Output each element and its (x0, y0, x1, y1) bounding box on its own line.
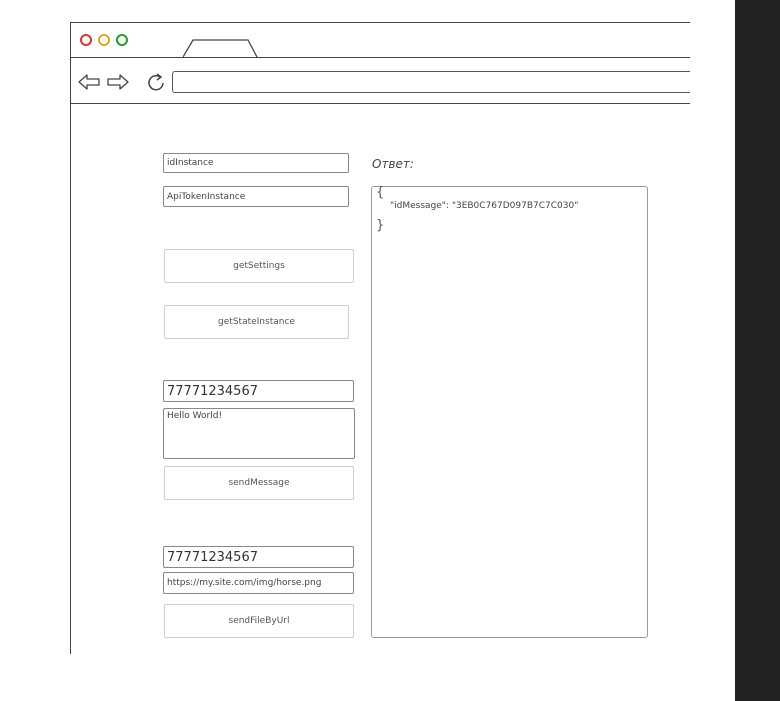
send-message-label: sendMessage (228, 478, 290, 488)
reload-icon[interactable] (145, 71, 167, 93)
titlebar-divider (70, 57, 690, 58)
get-state-instance-button[interactable]: getStateInstance (164, 305, 349, 339)
output-box: { "idMessage": "3EB0C767D097B7C7C030" } (371, 185, 648, 638)
file-url-input[interactable]: https://my.site.com/img/horse.png (163, 572, 354, 594)
navbar-divider (70, 103, 690, 104)
get-settings-label: getSettings (233, 261, 285, 271)
send-file-by-url-button[interactable]: sendFileByUrl (164, 604, 354, 638)
file-phone-input[interactable]: 77771234567 (163, 546, 354, 568)
api-token-input[interactable]: ApiTokenInstance (163, 186, 349, 207)
send-message-button[interactable]: sendMessage (164, 466, 354, 500)
file-url-value: https://my.site.com/img/horse.png (167, 578, 322, 588)
output-label: Ответ: (372, 157, 414, 171)
maximize-window-button[interactable] (116, 34, 128, 46)
address-bar[interactable] (172, 71, 690, 93)
message-text-input[interactable]: Hello World! (163, 408, 355, 459)
window-top-border (70, 22, 690, 23)
message-text-value: Hello World! (167, 411, 223, 421)
message-phone-input[interactable]: 77771234567 (163, 380, 354, 402)
message-phone-value: 77771234567 (167, 383, 258, 399)
file-phone-value: 77771234567 (167, 549, 258, 565)
id-instance-input[interactable]: idInstance (163, 153, 349, 173)
browser-tab[interactable] (183, 39, 258, 58)
json-id-message: "idMessage": "3EB0C767D097B7C7C030" (390, 201, 579, 211)
back-arrow-icon[interactable] (77, 71, 101, 93)
get-settings-button[interactable]: getSettings (164, 249, 354, 283)
close-window-button[interactable] (80, 34, 92, 46)
window-left-border (70, 22, 71, 654)
id-instance-placeholder: idInstance (167, 158, 214, 168)
api-token-placeholder: ApiTokenInstance (167, 191, 246, 202)
get-state-instance-label: getStateInstance (218, 317, 295, 327)
minimize-window-button[interactable] (98, 34, 110, 46)
dark-side-panel (735, 0, 780, 701)
json-close-brace: } (376, 218, 385, 233)
forward-arrow-icon[interactable] (106, 71, 130, 93)
send-file-by-url-label: sendFileByUrl (228, 616, 290, 626)
json-open-brace: { (376, 185, 385, 200)
